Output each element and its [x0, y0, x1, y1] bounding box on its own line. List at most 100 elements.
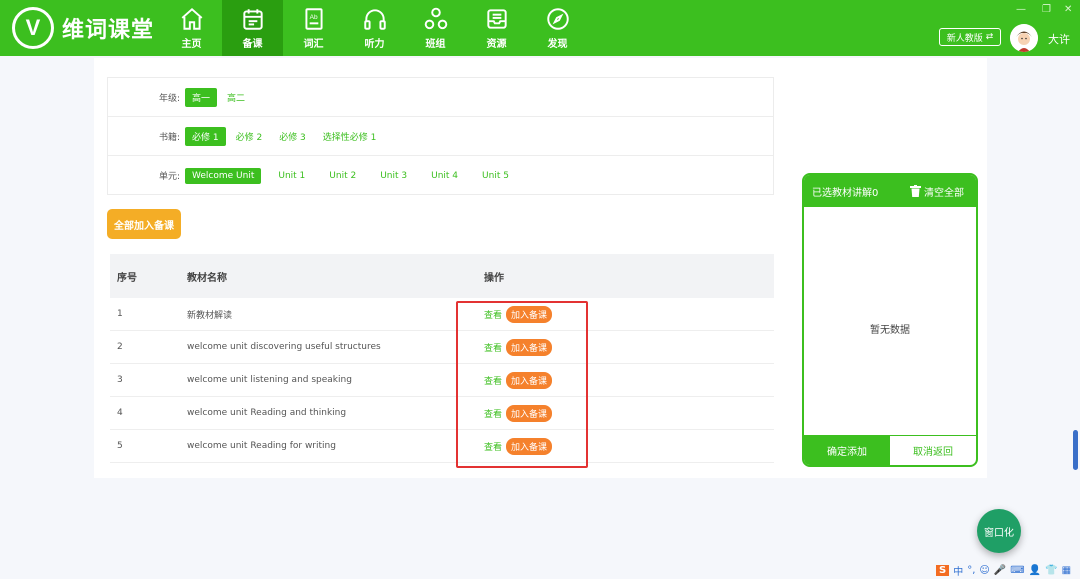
top-bar: V 维词课堂 主页 备课 Ab 词汇 听力 班组 资源 发现 — ❐ ✕ 新人教…	[0, 0, 1080, 56]
scroll-indicator[interactable]	[1073, 430, 1078, 470]
app-name: 维词课堂	[62, 18, 155, 43]
filter-row-unit: 单元: Welcome Unit Unit 1 Unit 2 Unit 3 Un…	[108, 156, 773, 195]
confirm-add-button[interactable]: 确定添加	[804, 436, 890, 465]
unit-label: 单元:	[158, 172, 180, 182]
clear-all-label: 清空全部	[924, 187, 964, 199]
table-row: 4 welcome unit Reading and thinking 查看 加…	[110, 397, 774, 430]
keyboard-icon[interactable]: ⌨	[1010, 565, 1024, 576]
avatar[interactable]	[1010, 24, 1038, 52]
inbox-icon	[486, 9, 507, 29]
materials-table: 序号 教材名称 操作 1 新教材解读 查看 加入备课 2 welcome uni…	[110, 254, 774, 463]
unit-option[interactable]: Unit 5	[475, 168, 516, 184]
nav-item-class[interactable]: 班组	[405, 0, 466, 56]
book-icon: Ab	[304, 8, 323, 30]
row-no: 5	[117, 441, 123, 451]
row-no: 3	[117, 375, 123, 385]
textbook-version-label: 新人教版	[946, 33, 983, 44]
nav-item-discover[interactable]: 发现	[527, 0, 588, 56]
clear-all-button[interactable]: 清空全部	[910, 184, 964, 199]
restore-icon[interactable]: ❐	[1042, 4, 1051, 15]
filter-row-grade: 年级: 高一 高二	[108, 78, 773, 117]
row-no: 4	[117, 408, 123, 418]
logo-letter: V	[25, 15, 41, 40]
windowed-mode-button[interactable]: 窗口化	[977, 509, 1021, 553]
row-name: welcome unit Reading for writing	[187, 441, 336, 451]
unit-option[interactable]: Unit 4	[424, 168, 465, 184]
nav-label: 听力	[364, 39, 385, 50]
grade-option[interactable]: 高一	[185, 87, 218, 107]
book-option[interactable]: 必修 2	[229, 127, 270, 146]
selected-materials-panel: 已选教材讲解0 清空全部 暂无数据 确定添加 取消返回	[802, 173, 978, 467]
filter-row-book: 书籍: 必修 1 必修 2 必修 3 选择性必修 1	[108, 117, 773, 156]
nav-label: 发现	[547, 39, 568, 50]
book-option[interactable]: 选择性必修 1	[316, 127, 384, 146]
book-option[interactable]: 必修 3	[272, 127, 313, 146]
compass-icon	[546, 8, 569, 30]
nav-label: 词汇	[303, 39, 324, 50]
ime-mode-label[interactable]: 中	[953, 563, 963, 578]
nav-item-vocab[interactable]: Ab 词汇	[283, 0, 344, 56]
selected-panel-header: 已选教材讲解0 清空全部	[804, 175, 976, 207]
minimize-icon[interactable]: —	[1016, 4, 1026, 15]
skin-icon[interactable]: 👕	[1045, 565, 1057, 576]
table-row: 3 welcome unit listening and speaking 查看…	[110, 364, 774, 397]
row-name: welcome unit listening and speaking	[187, 375, 352, 385]
mic-icon[interactable]: 🎤	[994, 565, 1006, 576]
filter-panel: 年级: 高一 高二 书籍: 必修 1 必修 2 必修 3 选择性必修 1 单元:…	[107, 77, 774, 195]
nav-item-resources[interactable]: 资源	[466, 0, 527, 56]
swap-icon: ⇄	[985, 32, 994, 42]
trash-icon	[910, 185, 921, 197]
nav-label: 资源	[486, 39, 507, 50]
sogou-ime-icon[interactable]: S	[936, 565, 950, 576]
punctuation-icon[interactable]: °,	[967, 565, 975, 576]
book-option[interactable]: 必修 1	[185, 126, 226, 146]
grade-option[interactable]: 高二	[220, 88, 252, 107]
logo-mark-icon: V	[12, 7, 54, 49]
svg-text:Ab: Ab	[309, 14, 317, 21]
row-name: welcome unit discovering useful structur…	[187, 342, 381, 352]
unit-option[interactable]: Unit 2	[322, 168, 363, 184]
nav-label: 主页	[181, 39, 202, 50]
row-name: 新教材解读	[187, 310, 233, 321]
system-tray: S 中 °, ☺ 🎤 ⌨ 👤 👕 ▦	[936, 562, 1071, 579]
calendar-icon	[242, 9, 263, 30]
header-name: 教材名称	[187, 272, 227, 284]
empty-state-text: 暂无数据	[870, 325, 910, 336]
user-name[interactable]: 大许	[1048, 31, 1070, 47]
header-no: 序号	[117, 272, 137, 284]
home-icon	[181, 7, 202, 30]
emoji-icon[interactable]: ☺	[979, 565, 989, 576]
nav-item-listening[interactable]: 听力	[344, 0, 405, 56]
main-nav: 主页 备课 Ab 词汇 听力 班组 资源 发现	[161, 0, 588, 56]
headphones-icon	[363, 9, 386, 30]
nav-item-home[interactable]: 主页	[161, 0, 222, 56]
book-label: 书籍:	[158, 132, 180, 143]
nav-label: 备课	[242, 39, 263, 50]
selected-count-title: 已选教材讲解0	[812, 187, 879, 199]
table-row: 5 welcome unit Reading for writing 查看 加入…	[110, 430, 774, 463]
row-no: 2	[117, 342, 123, 352]
row-name: welcome unit Reading and thinking	[187, 408, 347, 418]
table-row: 2 welcome unit discovering useful struct…	[110, 331, 774, 364]
table-header: 序号 教材名称 操作	[110, 254, 774, 298]
row-no: 1	[117, 309, 123, 319]
table-row: 1 新教材解读 查看 加入备课	[110, 298, 774, 331]
selected-panel-footer: 确定添加 取消返回	[804, 435, 976, 465]
highlight-box	[456, 301, 588, 468]
textbook-version-button[interactable]: 新人教版 ⇄	[939, 28, 1001, 46]
nav-label: 班组	[425, 39, 446, 50]
close-icon[interactable]: ✕	[1064, 4, 1072, 15]
cancel-return-button[interactable]: 取消返回	[890, 436, 976, 465]
grid-icon[interactable]: ▦	[1062, 565, 1071, 576]
unit-option[interactable]: Unit 1	[271, 168, 312, 184]
header-action: 操作	[484, 272, 504, 284]
avatar-face-icon	[1010, 24, 1038, 52]
group-icon	[424, 7, 447, 30]
user-tray-icon[interactable]: 👤	[1029, 565, 1041, 576]
nav-item-prepare[interactable]: 备课	[222, 0, 283, 56]
unit-option[interactable]: Welcome Unit	[185, 167, 262, 184]
unit-option[interactable]: Unit 3	[373, 168, 414, 184]
add-all-button[interactable]: 全部加入备课	[107, 209, 181, 239]
app-logo: V 维词课堂	[12, 7, 154, 49]
grade-label: 年级:	[158, 93, 180, 104]
